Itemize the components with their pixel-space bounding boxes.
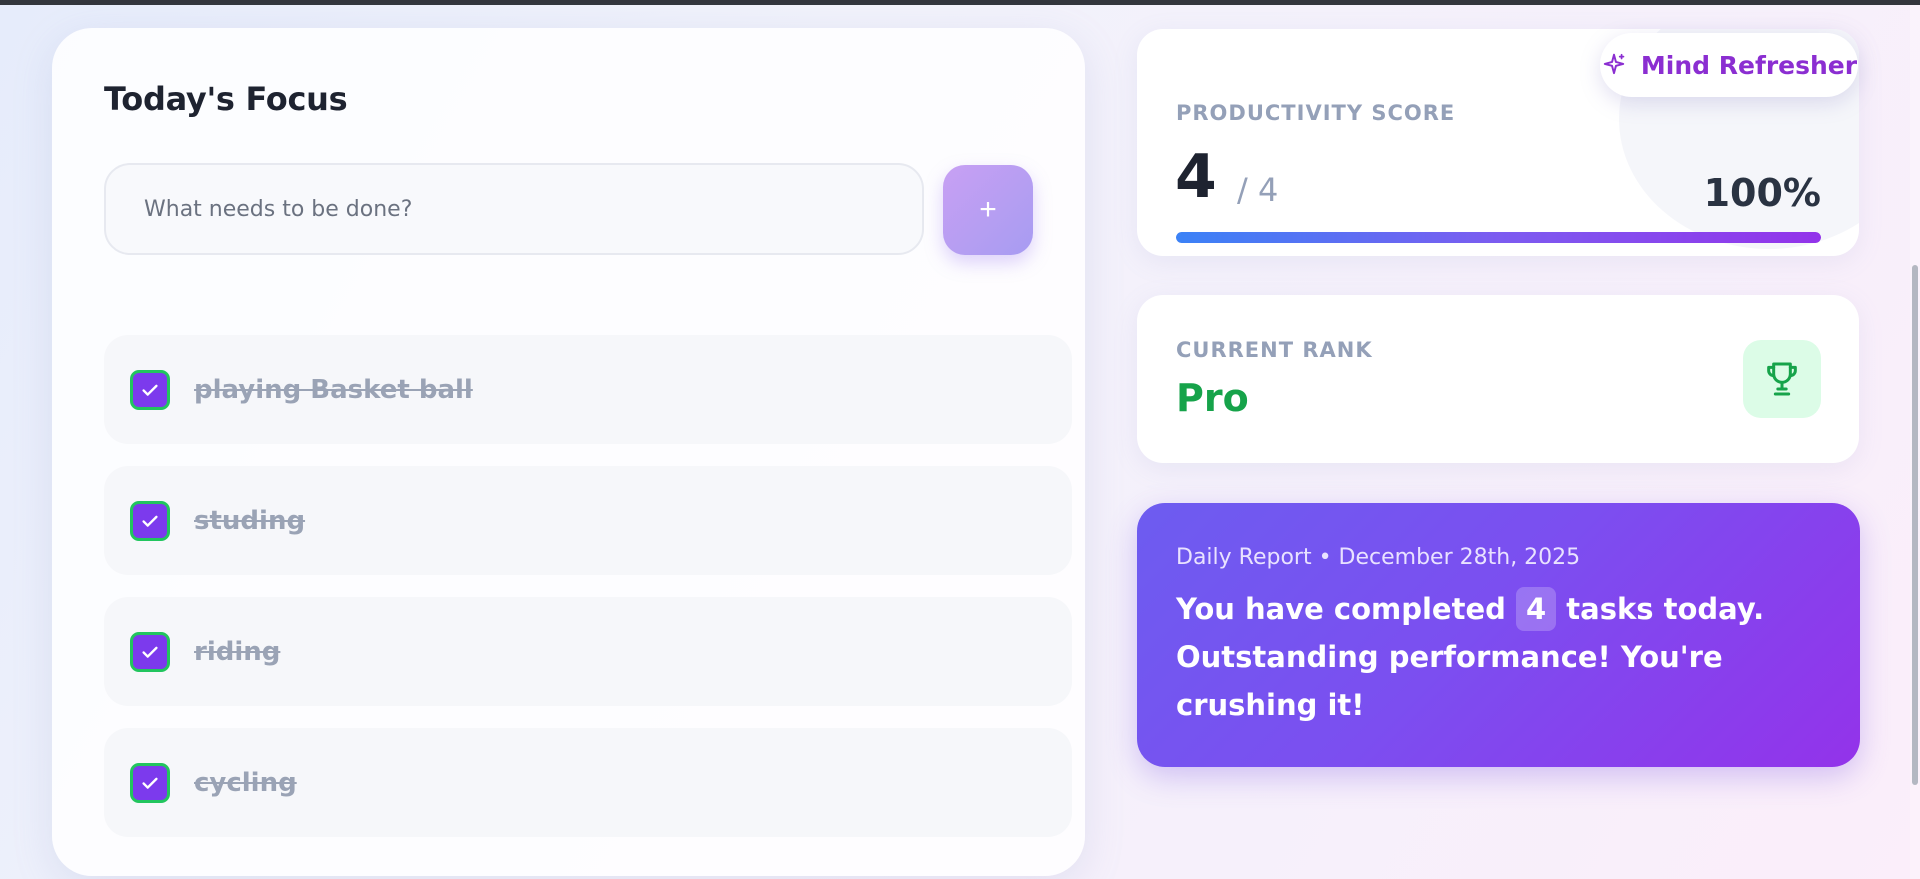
progress-fill xyxy=(1176,232,1821,243)
task-item[interactable]: cycling xyxy=(104,728,1072,837)
task-item[interactable]: playing Basket ball xyxy=(104,335,1072,444)
trophy-icon xyxy=(1767,362,1797,396)
completed-count-badge: 4 xyxy=(1515,587,1557,631)
task-label: studing xyxy=(194,505,306,536)
trophy-badge xyxy=(1743,340,1821,418)
task-item[interactable]: studing xyxy=(104,466,1072,575)
mind-refresher-label: Mind Refresher xyxy=(1640,50,1858,80)
daily-report-card: Daily Report • December 28th, 2025 You h… xyxy=(1137,503,1860,767)
task-list: playing Basket ball studing riding cycli… xyxy=(104,335,1072,837)
mind-refresher-button[interactable]: Mind Refresher xyxy=(1600,33,1858,97)
scrollbar[interactable] xyxy=(1910,5,1920,879)
task-checkbox[interactable] xyxy=(130,500,170,541)
rank-label: CURRENT RANK xyxy=(1176,338,1373,362)
score-completed: 4 xyxy=(1175,142,1217,212)
task-input[interactable] xyxy=(104,163,924,255)
task-item[interactable]: riding xyxy=(104,597,1072,706)
check-icon xyxy=(142,777,158,789)
task-label: cycling xyxy=(194,767,297,798)
task-checkbox[interactable] xyxy=(130,369,170,410)
report-message: You have completed 4 tasks today. Outsta… xyxy=(1176,585,1826,729)
report-text-before: You have completed xyxy=(1176,592,1506,626)
sparkle-icon xyxy=(1603,53,1625,75)
score-percent: 100% xyxy=(1703,171,1821,215)
check-icon xyxy=(142,515,158,527)
task-checkbox[interactable] xyxy=(130,631,170,672)
progress-bar xyxy=(1176,232,1821,243)
task-label: playing Basket ball xyxy=(194,374,473,405)
task-label: riding xyxy=(194,636,281,667)
window-top-bar xyxy=(0,0,1920,5)
check-icon xyxy=(142,384,158,396)
productivity-label: PRODUCTIVITY SCORE xyxy=(1176,101,1456,125)
rank-value: Pro xyxy=(1176,376,1249,420)
scrollbar-thumb[interactable] xyxy=(1912,265,1918,785)
focus-title: Today's Focus xyxy=(104,80,348,118)
task-checkbox[interactable] xyxy=(130,762,170,803)
check-icon xyxy=(142,646,158,658)
add-task-button[interactable]: + xyxy=(943,165,1033,255)
focus-panel: Today's Focus + playing Basket ball stud… xyxy=(52,28,1085,876)
report-date: Daily Report • December 28th, 2025 xyxy=(1176,545,1581,570)
score-total: / 4 xyxy=(1237,171,1279,209)
